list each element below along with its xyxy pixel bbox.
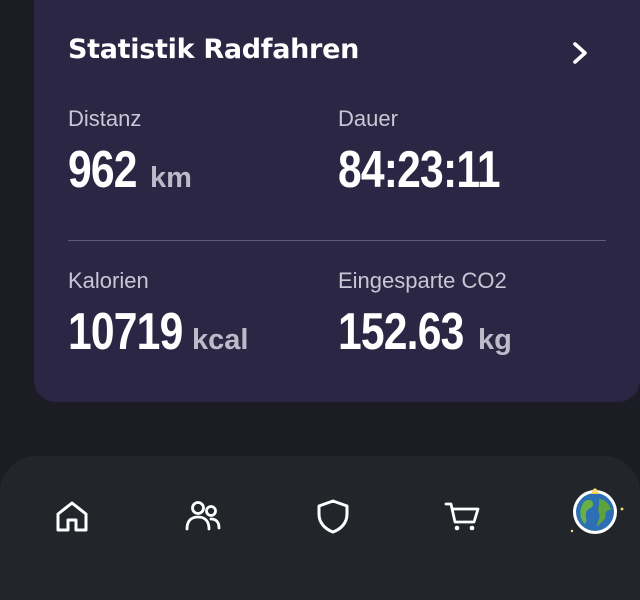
card-title: Statistik Radfahren — [68, 34, 359, 65]
nav-security[interactable] — [305, 488, 361, 544]
nav-profile-globe[interactable] — [566, 480, 626, 540]
stat-label: Dauer — [338, 106, 398, 131]
stat-co2: Eingesparte CO2 152.63 kg — [338, 268, 512, 358]
stat-distance: Distanz 962 km — [68, 106, 192, 196]
home-icon — [56, 501, 88, 532]
stat-value: 962 — [68, 141, 138, 199]
nav-home[interactable] — [44, 488, 100, 544]
bottom-navigation — [0, 456, 640, 600]
stat-duration: Dauer 84:23:11 — [338, 106, 535, 196]
cart-icon — [444, 502, 480, 531]
stat-value: 84:23:11 — [338, 141, 501, 199]
stat-value: 152.63 — [338, 303, 464, 361]
divider — [68, 240, 606, 241]
stat-unit: km — [150, 162, 192, 194]
nav-community[interactable] — [175, 488, 231, 544]
stat-calories: Kalorien 10719 kcal — [68, 268, 248, 358]
stat-unit: kcal — [192, 324, 249, 356]
stat-label: Eingesparte CO2 — [338, 268, 507, 293]
chevron-right-icon[interactable] — [570, 40, 592, 66]
stat-unit: kg — [478, 324, 512, 356]
globe-icon — [570, 488, 624, 534]
people-icon — [185, 501, 221, 531]
stat-label: Distanz — [68, 106, 142, 131]
stats-card[interactable]: Statistik Radfahren Distanz 962 km Dauer… — [34, 0, 640, 402]
nav-shop[interactable] — [434, 488, 490, 544]
shield-icon — [317, 499, 349, 534]
stat-label: Kalorien — [68, 268, 149, 293]
stat-value: 10719 — [68, 303, 183, 361]
